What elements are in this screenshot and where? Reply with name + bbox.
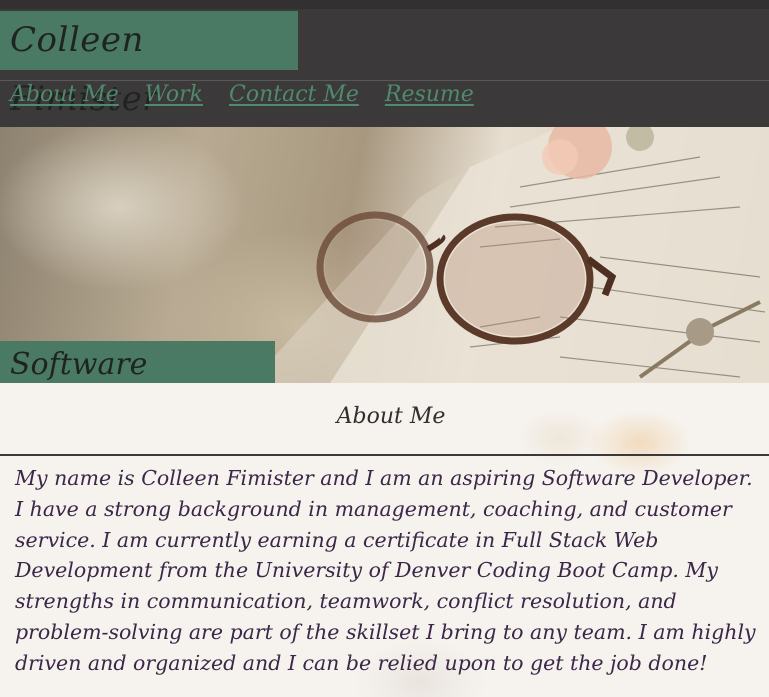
site-header: Colleen Fimister About Me Work Contact M…: [0, 0, 769, 127]
role-banner: Software Engineer: [0, 341, 275, 430]
nav-link-work[interactable]: Work: [145, 82, 203, 114]
nav-link-resume[interactable]: Resume: [385, 82, 474, 114]
nav-link-about-me[interactable]: About Me: [10, 82, 119, 114]
header-divider: [0, 80, 769, 81]
bio-text: My name is Colleen Fimister and I am an …: [15, 466, 756, 675]
nav-link-contact-me[interactable]: Contact Me: [229, 82, 359, 114]
about-section: About Me My name is Colleen Fimister and…: [0, 383, 769, 697]
site-title: Colleen Fimister: [0, 11, 298, 119]
section-divider: [0, 454, 769, 456]
header-top-strip: [0, 0, 769, 9]
section-title: About Me: [336, 404, 446, 429]
main-nav: About Me Work Contact Me Resume: [10, 82, 474, 114]
